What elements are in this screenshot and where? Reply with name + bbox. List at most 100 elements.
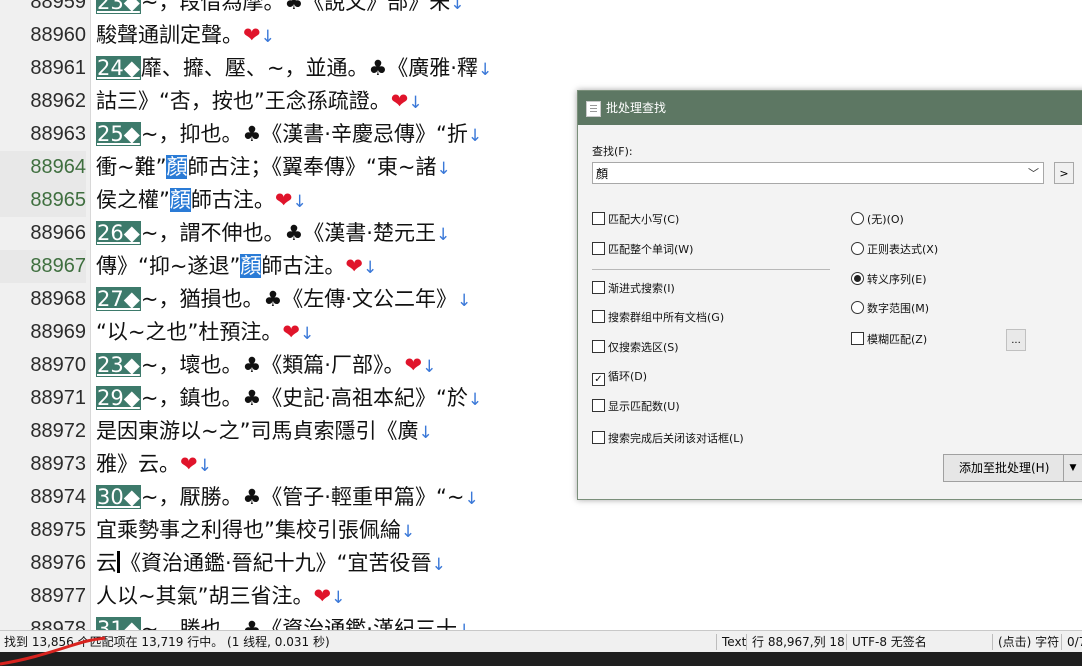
heart-icon: ❤ — [345, 254, 363, 278]
line-content: ~，段借為摩。♣《說文》部》未 — [140, 0, 451, 14]
option-checkbox[interactable]: 仅搜索选区(S) — [592, 340, 679, 355]
line-text: 詁三》“㕻，按也”王念孫疏證。❤↓ — [96, 85, 423, 120]
option-checkbox[interactable]: 显示匹配数(U) — [592, 399, 680, 414]
line-number: 88964 — [0, 151, 86, 184]
editor-line[interactable]: 88978 31◆~，勝也。♣《資治通鑑·漢紀三十↓ — [0, 613, 1082, 630]
line-content-pre: 傳》“抑~遂退” — [96, 254, 241, 278]
search-mode-radio[interactable]: 正则表达式(X) — [851, 242, 938, 257]
line-content: ~，猶損也。♣《左傳·文公二年》 — [140, 287, 457, 311]
entry-number-tag: 23◆ — [96, 353, 141, 377]
line-text: 23◆~，壞也。♣《類篇·厂部》。❤↓ — [96, 349, 436, 384]
line-break-arrow-icon: ↓ — [457, 621, 471, 630]
entry-number-tag: 24◆ — [96, 56, 141, 80]
line-break-arrow-icon: ↓ — [435, 225, 451, 245]
entry-number-tag: 26◆ — [96, 221, 141, 245]
line-break-arrow-icon: ↓ — [477, 60, 493, 80]
line-text: 31◆~，勝也。♣《資治通鑑·漢紀三十↓ — [96, 613, 471, 630]
line-number: 88968 — [30, 288, 86, 310]
add-to-batch-button[interactable]: 添加至批处理(H) ▼ — [943, 454, 1082, 482]
status-extra: 0/7 — [1067, 635, 1082, 649]
line-content: 宜乘勢事之利得也”集校引張佩綸 — [96, 518, 401, 542]
line-break-arrow-icon: ↓ — [260, 27, 275, 47]
line-break-arrow-icon: ↓ — [431, 555, 446, 575]
search-mode-radio[interactable]: 数字范围(M) — [851, 301, 929, 316]
editor-line[interactable]: 88975 宜乘勢事之利得也”集校引張佩綸↓ — [0, 514, 1082, 547]
line-text: 宜乘勢事之利得也”集校引張佩綸↓ — [96, 514, 415, 549]
entry-number-tag: 31◆ — [96, 617, 141, 630]
line-content: ~，厭勝。♣《管子·輕重甲篇》“~ — [140, 485, 465, 509]
editor-line[interactable]: 88977 人以~其氣”胡三省注。❤↓ — [0, 580, 1082, 613]
notepad-icon — [586, 101, 601, 117]
line-text: 27◆~，猶損也。♣《左傳·文公二年》↓ — [96, 283, 471, 318]
line-break-arrow-icon: ↓ — [450, 0, 465, 14]
search-match-highlight: 顏 — [166, 155, 188, 179]
entry-number-tag: 30◆ — [96, 485, 141, 509]
option-checkbox[interactable]: 搜索群组中所有文档(G) — [592, 310, 724, 325]
heart-icon: ❤ — [274, 188, 293, 212]
line-break-arrow-icon: ↓ — [467, 390, 483, 410]
line-number: 88978 — [30, 618, 86, 630]
line-content: ~，謂不伸也。♣《漢書·楚元王 — [140, 221, 436, 245]
line-text: 駿聲通訓定聲。❤↓ — [96, 19, 275, 54]
option-checkbox[interactable]: 搜索完成后关闭该对话框(L) — [592, 431, 744, 446]
line-break-arrow-icon: ↓ — [362, 258, 378, 278]
search-mode-radio[interactable]: (无)(O) — [851, 212, 904, 227]
line-number: 88977 — [30, 585, 86, 607]
line-text: 侯之權”顏師古注。❤↓ — [96, 184, 307, 219]
options-separator — [592, 269, 830, 270]
line-number: 88972 — [30, 420, 86, 442]
line-number: 88969 — [30, 321, 86, 343]
dropdown-arrow-icon[interactable]: ▼ — [1063, 455, 1082, 481]
option-checkbox[interactable]: ✓ 循环(D) — [592, 370, 647, 386]
line-text: 25◆~，抑也。♣《漢書·辛慶忌傳》“折↓ — [96, 118, 482, 153]
line-break-arrow-icon: ↓ — [464, 489, 479, 509]
option-checkbox[interactable]: 匹配大小写(C) — [592, 212, 679, 227]
line-content-post: 師古注。 — [261, 254, 346, 278]
dialog-titlebar[interactable]: 批处理查找 — [578, 91, 1082, 125]
search-match-highlight: 顏 — [169, 188, 191, 212]
heart-icon: ❤ — [390, 89, 409, 113]
option-checkbox[interactable]: 匹配整个单词(W) — [592, 242, 693, 257]
status-position[interactable]: 行 88,967,列 18 — [748, 631, 845, 653]
line-content: 雅》云。 — [96, 452, 180, 476]
line-number: 88960 — [30, 24, 86, 46]
line-text: 29◆~，鎮也。♣《史記·高祖本紀》“於↓ — [96, 382, 482, 417]
line-number: 88959 — [30, 0, 86, 13]
chevron-down-icon[interactable]: ﹀ — [1028, 163, 1039, 185]
fuzzy-settings-button[interactable]: ... — [1006, 329, 1026, 351]
expand-button[interactable]: > — [1054, 162, 1074, 184]
line-number: 88961 — [30, 57, 86, 79]
line-text: 衝~難”顏師古注；《翼奉傳》“東~諸↓ — [96, 151, 451, 186]
line-content-pre: 侯之權” — [96, 188, 170, 212]
line-number: 88965 — [0, 184, 86, 217]
line-break-arrow-icon: ↓ — [408, 93, 423, 113]
line-text: 雅》云。❤↓ — [96, 448, 212, 483]
dialog-title: 批处理查找 — [606, 101, 667, 115]
line-text: 人以~其氣”胡三省注。❤↓ — [96, 580, 345, 615]
editor-line[interactable]: 88960 駿聲通訓定聲。❤↓ — [0, 19, 1082, 52]
line-text: 23◆~，段借為摩。♣《說文》部》未↓ — [96, 0, 465, 21]
line-break-arrow-icon: ↓ — [400, 522, 416, 542]
editor-line[interactable]: 88959 23◆~，段借為摩。♣《說文》部》未↓ — [0, 0, 1082, 19]
line-number: 88973 — [30, 453, 86, 475]
editor-line[interactable]: 88961 24◆靡、攠、壓、~，並通。♣《廣雅·釋↓ — [0, 52, 1082, 85]
line-text: 傳》“抑~遂退”顏師古注。❤↓ — [96, 250, 377, 285]
line-number: 88966 — [30, 222, 86, 244]
find-value: 顏 — [596, 167, 609, 181]
line-number: 88970 — [30, 354, 86, 376]
status-encoding[interactable]: UTF-8 无签名 — [848, 631, 927, 653]
red-annotation-stroke — [0, 636, 106, 666]
line-text: 云《資治通鑑·晉紀十九》“宜苦役晉↓ — [96, 547, 446, 582]
fuzzy-match-checkbox[interactable]: 模糊匹配(Z) — [851, 332, 927, 347]
search-mode-radio[interactable]: 转义序列(E) — [851, 272, 927, 287]
heart-icon: ❤ — [313, 584, 332, 608]
entry-number-tag: 27◆ — [96, 287, 141, 311]
option-checkbox[interactable]: 渐进式搜索(I) — [592, 281, 675, 296]
line-break-arrow-icon: ↓ — [467, 126, 483, 146]
line-content: 是因東游以~之”司馬貞索隱引《廣 — [96, 419, 419, 443]
find-label: 查找(F): — [592, 145, 633, 158]
status-input-mode[interactable]: (点击) 字符 — [994, 631, 1059, 653]
find-input[interactable]: 顏 ﹀ — [592, 162, 1044, 184]
status-mode[interactable]: Text — [718, 631, 746, 653]
editor-line[interactable]: 88976 云《資治通鑑·晉紀十九》“宜苦役晉↓ — [0, 547, 1082, 580]
